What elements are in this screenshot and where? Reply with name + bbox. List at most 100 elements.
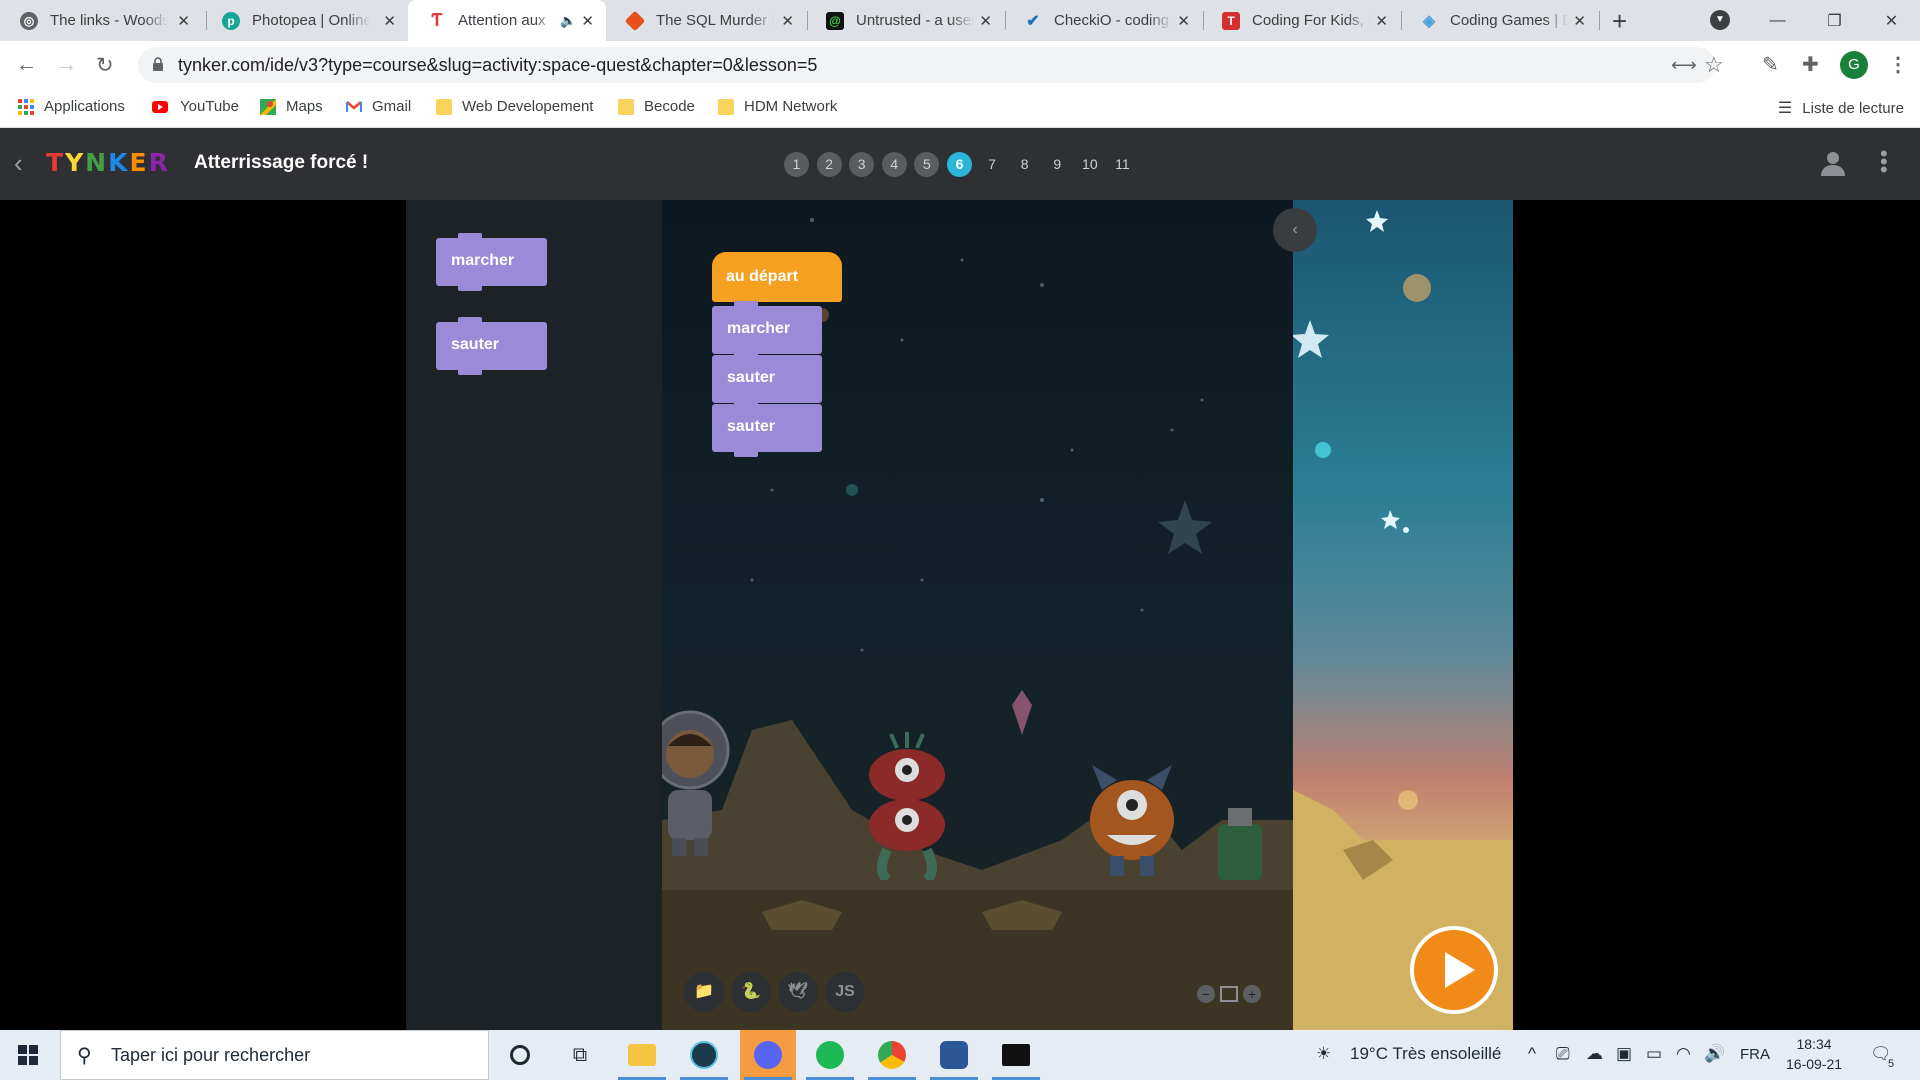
lesson-5-button[interactable]: 5 — [914, 152, 940, 177]
app-dark-icon[interactable] — [676, 1030, 732, 1080]
tab-the-links[interactable]: ◎ The links - Woods ✕ — [0, 0, 202, 41]
user-account-icon[interactable] — [1820, 150, 1846, 176]
lesson-6-button[interactable]: 6 — [946, 152, 972, 177]
palette-block-sauter[interactable]: sauter — [436, 317, 547, 375]
tab-sql-murder[interactable]: The SQL Murder M ✕ — [606, 0, 806, 41]
weather-sun-icon[interactable]: ☀ — [1316, 1044, 1331, 1064]
javascript-icon[interactable]: JS — [825, 972, 865, 1012]
close-tab-icon[interactable]: ✕ — [1177, 12, 1190, 30]
spotify-icon[interactable] — [802, 1030, 858, 1080]
notification-app-icon[interactable]: ▣ — [1616, 1044, 1632, 1064]
task-view-icon[interactable]: ⧉ — [552, 1030, 608, 1080]
browser-menu-icon[interactable]: ⋮ — [1888, 52, 1908, 77]
discord-icon[interactable] — [740, 1030, 796, 1080]
more-options-icon[interactable]: • • • — [1880, 143, 1888, 181]
lesson-1-button[interactable]: 1 — [784, 152, 809, 177]
zoom-out-icon[interactable]: − — [1197, 985, 1215, 1003]
file-explorer-icon[interactable] — [614, 1030, 670, 1080]
tab-untrusted[interactable]: @ Untrusted - a user ✕ — [806, 0, 1004, 41]
close-tab-icon[interactable]: ✕ — [383, 12, 396, 30]
url-text[interactable]: tynker.com/ide/v3?type=course&slug=activ… — [178, 55, 817, 76]
show-hidden-icons[interactable]: ^ — [1528, 1044, 1536, 1064]
lesson-2-button[interactable]: 2 — [816, 152, 842, 177]
lesson-10-button[interactable]: 10 — [1077, 152, 1102, 177]
close-window-icon[interactable]: ✕ — [1863, 11, 1920, 31]
collapse-stage-button[interactable]: ‹ — [1273, 208, 1317, 252]
zoom-reset-icon[interactable] — [1220, 986, 1238, 1002]
reload-icon[interactable]: ↻ — [96, 53, 114, 78]
search-icon: ⚲ — [77, 1045, 92, 1067]
windows-start-icon[interactable] — [18, 1045, 38, 1065]
bookmark-maps[interactable]: Maps — [260, 98, 323, 115]
close-tab-icon[interactable]: ✕ — [581, 12, 594, 30]
back-chevron-icon[interactable]: ‹ — [14, 148, 23, 179]
python-icon[interactable]: 🐍 — [731, 972, 771, 1012]
bookmark-label: YouTube — [180, 98, 239, 115]
palette-block-marcher[interactable]: marcher — [436, 233, 547, 291]
close-tab-icon[interactable]: ✕ — [979, 12, 992, 30]
lesson-3-button[interactable]: 3 — [849, 152, 875, 177]
bookmark-web-developement[interactable]: Web Developement — [436, 98, 593, 115]
translate-icon[interactable]: ⟷ — [1671, 55, 1697, 76]
new-tab-button[interactable]: + — [1612, 6, 1627, 37]
battery-icon[interactable]: ▭ — [1646, 1044, 1662, 1064]
close-tab-icon[interactable]: ✕ — [1573, 12, 1586, 30]
system-clock[interactable]: 18:34 16-09-21 — [1786, 1034, 1842, 1074]
code-canvas[interactable]: au départ marcher sauter sauter — [662, 200, 1293, 1030]
run-play-button[interactable] — [1410, 926, 1498, 1014]
blocks-view-icon[interactable]: 📁 — [684, 972, 724, 1012]
address-bar[interactable]: tynker.com/ide/v3?type=course&slug=activ… — [138, 47, 1724, 83]
input-language[interactable]: FRA — [1740, 1046, 1770, 1063]
script-block-sauter[interactable]: sauter — [712, 350, 822, 408]
tynker-logo[interactable]: TYNKER — [46, 148, 170, 177]
bookmark-applications[interactable]: Applications — [18, 98, 125, 115]
close-tab-icon[interactable]: ✕ — [1375, 12, 1388, 30]
bookmark-hdm-network[interactable]: HDM Network — [718, 98, 837, 115]
tab-coding-for-kids[interactable]: T Coding For Kids, K ✕ — [1202, 0, 1400, 41]
reading-list[interactable]: ☰ Liste de lecture — [1778, 98, 1904, 118]
crystal-pickup — [1012, 690, 1032, 735]
audio-playing-icon[interactable]: 🔈 — [560, 13, 576, 29]
minimize-icon[interactable]: — — [1749, 12, 1806, 30]
slack-like-icon[interactable] — [926, 1030, 982, 1080]
bookmark-label: HDM Network — [744, 98, 838, 115]
forward-icon[interactable]: → — [56, 53, 77, 77]
lesson-11-button[interactable]: 11 — [1110, 152, 1135, 177]
tab-photopea[interactable]: p Photopea | Online ✕ — [202, 0, 408, 41]
weather-text[interactable]: 19°C Très ensoleillé — [1350, 1044, 1501, 1064]
tab-search-icon[interactable]: ▼ — [1710, 10, 1730, 30]
chrome-icon[interactable] — [864, 1030, 920, 1080]
when-start-hat-block[interactable]: au départ — [712, 252, 842, 302]
lesson-7-button[interactable]: 7 — [980, 152, 1005, 177]
extension-pen-icon[interactable]: ✎ — [1762, 52, 1779, 77]
tab-attention-aux[interactable]: Ƭ Attention aux 🔈 ✕ — [408, 0, 606, 41]
bookmark-star-icon[interactable]: ☆ — [1704, 52, 1724, 78]
bookmark-youtube[interactable]: YouTube — [150, 98, 239, 115]
bookmark-gmail[interactable]: Gmail — [346, 98, 411, 115]
lesson-4-button[interactable]: 4 — [881, 152, 907, 177]
wifi-icon[interactable]: ◠ — [1676, 1044, 1691, 1064]
windows-search-box[interactable]: ⚲ Taper ici pour rechercher — [60, 1030, 489, 1080]
swift-icon[interactable]: 🕊 — [778, 972, 818, 1012]
onedrive-icon[interactable]: ☁ — [1586, 1044, 1603, 1064]
close-tab-icon[interactable]: ✕ — [781, 12, 794, 30]
lesson-8-button[interactable]: 8 — [1012, 152, 1037, 177]
profile-avatar[interactable]: G — [1840, 51, 1868, 79]
terminal-icon[interactable] — [988, 1030, 1044, 1080]
volume-icon[interactable]: 🔊 — [1704, 1044, 1725, 1064]
extensions-puzzle-icon[interactable]: ✚ — [1802, 52, 1819, 77]
script-block-sauter[interactable]: sauter — [712, 399, 822, 457]
zoom-in-icon[interactable]: + — [1243, 985, 1261, 1003]
script-block-marcher[interactable]: marcher — [712, 301, 822, 359]
stage-preview[interactable] — [1293, 200, 1513, 1030]
lock-icon[interactable] — [152, 57, 164, 72]
tab-checkio[interactable]: ✔ CheckiO - coding ✕ — [1004, 0, 1202, 41]
bookmark-becode[interactable]: Becode — [618, 98, 695, 115]
lesson-9-button[interactable]: 9 — [1045, 152, 1070, 177]
close-tab-icon[interactable]: ✕ — [177, 12, 190, 30]
tab-coding-games[interactable]: ◈ Coding Games | E ✕ — [1400, 0, 1598, 41]
cortana-icon[interactable] — [492, 1030, 548, 1080]
meet-now-icon[interactable]: ⎚ — [1556, 1044, 1570, 1064]
back-icon[interactable]: ← — [16, 53, 37, 77]
restore-icon[interactable]: ❐ — [1806, 11, 1863, 31]
